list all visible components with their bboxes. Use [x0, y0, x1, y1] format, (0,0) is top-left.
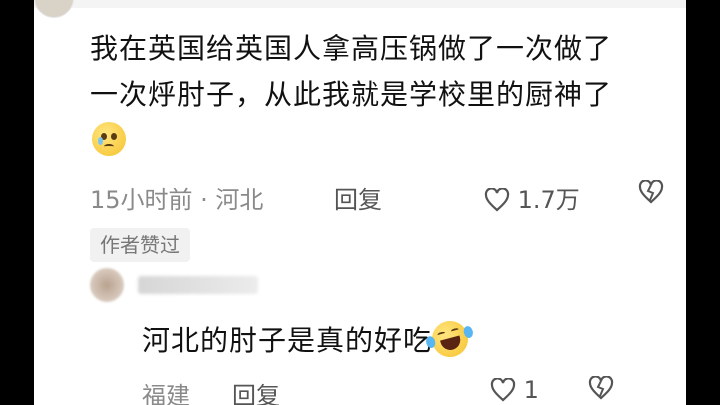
like-button[interactable]: 1.7万 [484, 180, 580, 215]
reply-button[interactable]: 回复 [334, 180, 382, 215]
right-black-border [686, 0, 720, 405]
reply-location: 福建 [142, 382, 190, 405]
comment-body: 我在英国给英国人拿高压锅做了一次做了一次烀肘子，从此我就是学校里的厨神了 [90, 26, 630, 164]
comment-meta: 15小时前 · 河北 回复 1.7万 [90, 179, 664, 215]
heart-icon [484, 187, 510, 212]
author-liked-badge: 作者赞过 [90, 228, 190, 262]
heart-icon [490, 377, 516, 402]
reply-like-button[interactable]: 1 [490, 376, 539, 404]
reply-dislike-button[interactable] [588, 375, 614, 405]
like-count: 1.7万 [517, 186, 580, 214]
reply-body: 河北的肘子是真的好吃 [142, 316, 475, 364]
reply-meta: 福建 回复 1 [142, 375, 642, 405]
dislike-button[interactable] [638, 179, 664, 210]
pleading-face-icon [92, 122, 126, 156]
commenter-avatar[interactable] [34, 0, 74, 18]
reply-reply-button[interactable]: 回复 [232, 376, 280, 405]
reply-like-count: 1 [523, 376, 539, 404]
broken-heart-icon [638, 179, 664, 204]
reply-username-blurred[interactable] [138, 276, 258, 294]
comment-text: 我在英国给英国人拿高压锅做了一次做了一次烀肘子，从此我就是学校里的厨神了 [90, 32, 613, 111]
reply-avatar[interactable] [90, 268, 124, 302]
rolling-laughing-face-icon [424, 316, 475, 362]
left-black-border [0, 0, 34, 405]
comment-time-location: 15小时前 · 河北 [90, 186, 264, 214]
reply-text: 河北的肘子是真的好吃 [142, 324, 433, 357]
broken-heart-icon [588, 375, 614, 400]
previous-item-strip [34, 0, 686, 8]
comment-card: 我在英国给英国人拿高压锅做了一次做了一次烀肘子，从此我就是学校里的厨神了 15小… [34, 0, 686, 405]
